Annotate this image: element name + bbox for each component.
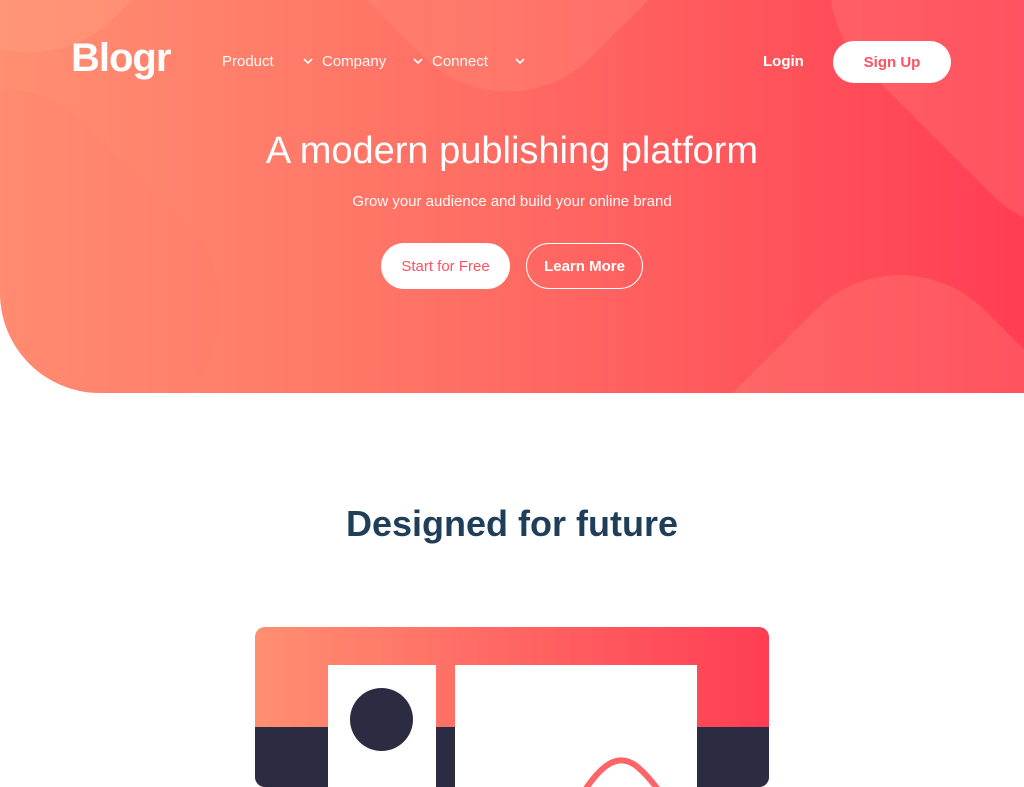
chevron-down-icon[interactable] (412, 55, 424, 67)
signup-button[interactable]: Sign Up (833, 41, 951, 83)
hero-section: Blogr Product Company Connect Login Sign… (0, 0, 1024, 393)
chevron-down-icon[interactable] (302, 55, 314, 67)
illustration-circle (350, 688, 413, 751)
nav-item-company[interactable]: Company (322, 53, 386, 70)
wave-icon (583, 757, 660, 787)
editor-illustration (255, 627, 769, 787)
hero-background-shape (0, 39, 271, 393)
login-link[interactable]: Login (763, 53, 804, 70)
nav-item-connect[interactable]: Connect (432, 53, 488, 70)
nav-item-product[interactable]: Product (222, 53, 274, 70)
hero-title: A modern publishing platform (265, 130, 759, 172)
section-title: Designed for future (345, 503, 678, 544)
hero-background-shape (238, 0, 862, 142)
chevron-down-icon[interactable] (514, 55, 526, 67)
hero-background-shape (645, 225, 1024, 393)
start-for-free-button[interactable]: Start for Free (381, 243, 510, 289)
hero-subtitle: Grow your audience and build your online… (352, 193, 672, 210)
learn-more-button[interactable]: Learn More (526, 243, 643, 289)
logo[interactable]: Blogr (71, 36, 171, 81)
